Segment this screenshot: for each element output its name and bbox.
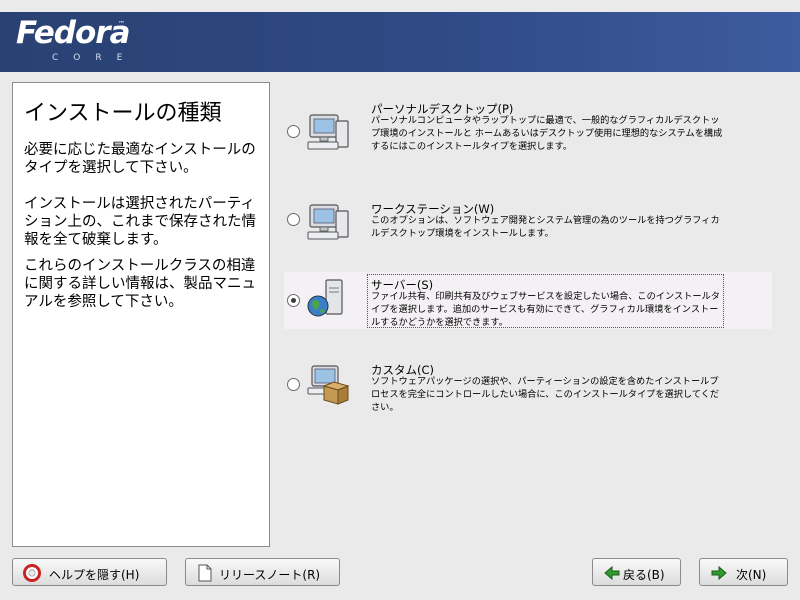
install-type-personal-desktop[interactable]: パーソナルデスクトップ(P) パーソナルコンピュータやラップトップに最適で、一般… [284, 95, 772, 167]
option-description: ソフトウェアパッケージの選択や、パーティーションの設定を含めたインストールプロセ… [371, 376, 720, 413]
radio-custom[interactable] [287, 378, 300, 391]
hide-help-label: ヘルプを隠す(H) [49, 568, 140, 582]
hide-help-button[interactable]: ヘルプを隠す(H) [12, 558, 167, 586]
trademark-mark: ™ [118, 20, 125, 28]
workstation-computer-icon [307, 204, 349, 240]
install-type-server[interactable]: サーバー(S) ファイル共有、印刷共有及びウェブサービスを設定したい場合、このイ… [284, 272, 772, 329]
back-label: 戻る(B) [623, 568, 665, 582]
core-subtitle: CORE [52, 53, 138, 63]
option-description: ファイル共有、印刷共有及びウェブサービスを設定したい場合、このインストールタイプ… [371, 291, 720, 328]
custom-package-icon [307, 365, 350, 405]
server-globe-icon [307, 279, 343, 317]
option-description: パーソナルコンピュータやラップトップに最適で、一般的なグラフィカルデスクトップ環… [371, 115, 723, 152]
help-paragraph: 必要に応じた最適なインストールのタイプを選択して下さい。 [24, 142, 256, 176]
next-arrow-icon [711, 565, 727, 581]
fedora-logo: Fedora [16, 15, 130, 51]
help-paragraph: インストールは選択されたパーティション上の、これまで保存された情報を全て破棄しま… [24, 196, 256, 248]
release-notes-label: リリースノート(R) [219, 568, 321, 582]
help-title: インストールの種類 [24, 101, 222, 126]
radio-server[interactable] [287, 294, 300, 307]
release-notes-button[interactable]: リリースノート(R) [185, 558, 340, 586]
back-arrow-icon [604, 565, 620, 581]
lifebuoy-icon [23, 564, 41, 582]
install-type-custom[interactable]: カスタム(C) ソフトウェアパッケージの選択や、パーティーションの設定を含めたイ… [284, 358, 772, 415]
radio-workstation[interactable] [287, 213, 300, 226]
help-panel: インストールの種類 必要に応じた最適なインストールのタイプを選択して下さい。 イ… [12, 82, 270, 547]
next-label: 次(N) [736, 568, 767, 582]
help-paragraph: これらのインストールクラスの相違に関する詳しい情報は、製品マニュアルを参照して下… [24, 258, 256, 310]
radio-personal-desktop[interactable] [287, 125, 300, 138]
install-type-workstation[interactable]: ワークステーション(W) このオプションは、ソフトウェア開発とシステム管理の為の… [284, 195, 772, 247]
fedora-banner: Fedora ™ CORE [0, 12, 800, 72]
back-button[interactable]: 戻る(B) [592, 558, 681, 586]
document-icon [198, 564, 212, 582]
desktop-computer-icon [307, 114, 349, 150]
option-description: このオプションは、ソフトウェア開発とシステム管理の為のツールを持つグラフィカルデ… [371, 215, 720, 239]
next-button[interactable]: 次(N) [699, 558, 788, 586]
